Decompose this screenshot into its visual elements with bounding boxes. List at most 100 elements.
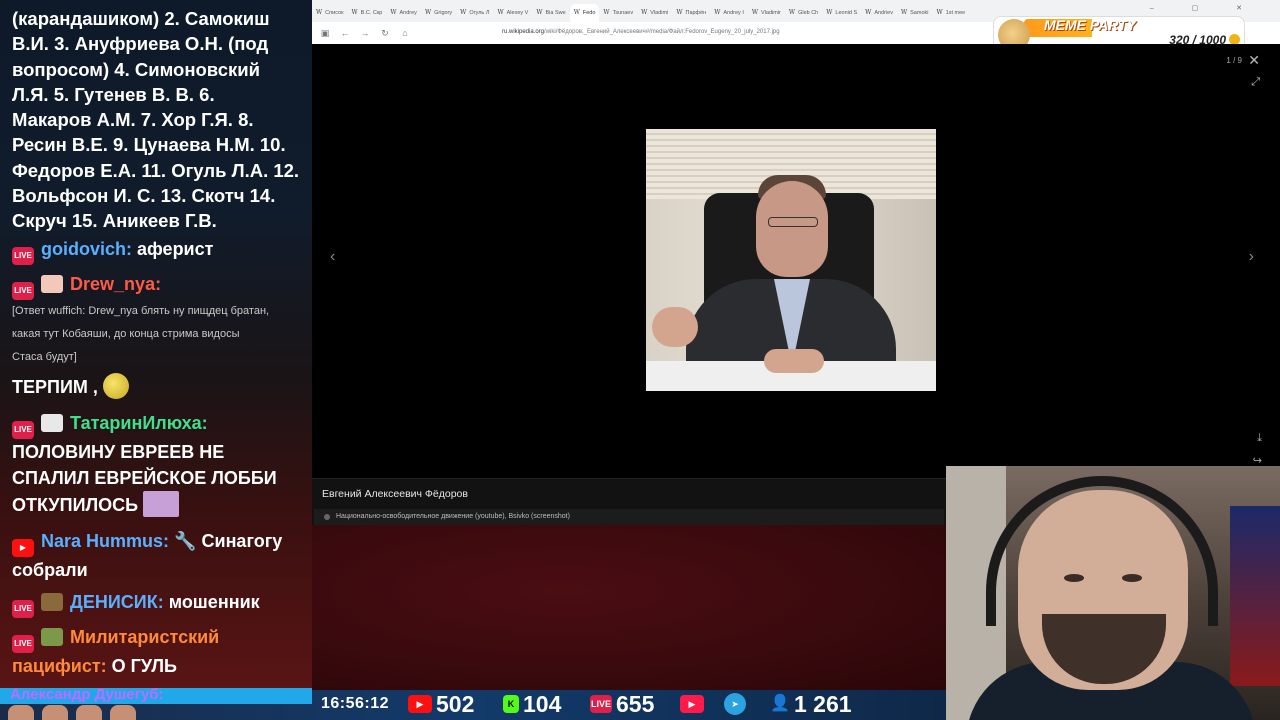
browser-tab[interactable]: W Andrey I [710, 4, 748, 22]
chat-message: LIVE Милитаристский пацифист: О ГУЛЬ [0, 624, 312, 679]
wikipedia-icon: W [751, 9, 759, 16]
chat-panel: (карандашиком) 2. Самокиш В.И. 3. Ануфри… [0, 0, 312, 690]
sidebar-toggle-icon[interactable]: ▣ [320, 28, 330, 39]
webcam-feed [946, 466, 1280, 720]
chat-nick: Милитаристский [70, 626, 220, 647]
tab-label: Список [325, 9, 344, 16]
chat-message: LIVE ТатаринИлюха: ПОЛОВИНУ ЕВРЕЕВ НЕ СП… [0, 410, 312, 518]
chat-text: аферист [137, 238, 214, 259]
wikipedia-icon: W [603, 9, 610, 16]
emote-image-icon [143, 490, 180, 517]
total-viewer-count: 1 261 [794, 690, 852, 717]
address-bar[interactable]: ru.wikipedia.org/wiki/Фёдоров,_Евгений_А… [502, 29, 780, 35]
chat-reply-line: какая тут Кобаяши, до конца стрима видос… [12, 327, 240, 340]
browser-tab[interactable]: W В.С. Скр [347, 4, 386, 22]
media-caption: Евгений Алексеевич Фёдоров Национально-о… [312, 478, 946, 525]
browser-tab[interactable]: W Alexey V [493, 4, 532, 22]
forward-icon[interactable]: → [360, 28, 370, 38]
tab-label: Andrey [399, 9, 417, 16]
portrait-photo [646, 129, 936, 391]
live-viewers: LIVE 655 [590, 690, 654, 718]
youtube-badge-icon: ▶ [12, 538, 34, 557]
download-icon[interactable]: ⤓ [1257, 432, 1262, 445]
wikipedia-icon: W [573, 9, 580, 16]
close-icon[interactable]: ✕ [1248, 52, 1260, 69]
live-badge-icon: LIVE [12, 599, 34, 618]
chat-nick: Drew_nya: [70, 273, 162, 294]
chat-text: Синагогу [201, 530, 283, 551]
url-path: /wiki/Фёдоров,_Евгений_Алексеевич#/media… [544, 29, 780, 35]
next-image-icon[interactable]: › [1249, 248, 1254, 266]
chat-pinned-message: (карандашиком) 2. Самокиш В.И. 3. Ануфри… [0, 0, 312, 234]
caption-credit: Национально-освободительное движение (yo… [314, 509, 944, 525]
wikipedia-icon: W [641, 9, 648, 16]
browser-tab[interactable]: W Парфён [672, 4, 710, 22]
user-avatar-icon [41, 627, 64, 646]
chat-text: мошенник [168, 591, 260, 612]
clock-time: 16:56:12 [321, 695, 390, 712]
tab-label: Bia Swe [545, 9, 566, 16]
image-counter: 1 / 9 [1226, 56, 1242, 65]
wrench-emote-icon: 🔧 [174, 530, 197, 551]
chat-nick: Nara Hummus: [41, 530, 170, 551]
credit-text: Национально-освободительное движение (yo… [336, 513, 570, 520]
wikipedia-icon: W [936, 9, 943, 16]
chat-nick: ТатаринИлюха: [70, 412, 208, 433]
reload-icon[interactable]: ↻ [380, 28, 390, 39]
browser-tab[interactable]: W Grigory [421, 4, 456, 22]
back-icon[interactable]: ← [340, 28, 350, 38]
kick-icon: K [503, 695, 519, 713]
wikipedia-icon: W [676, 9, 683, 16]
previous-image-icon[interactable]: ‹ [330, 248, 335, 266]
browser-tab[interactable]: W Список [312, 4, 347, 22]
wikipedia-icon: W [865, 9, 872, 16]
emote-faces [8, 705, 168, 720]
chat-text-line: Вольфсон И. С. 13. Скотч 14. [12, 185, 276, 207]
smiley-emote-icon [102, 372, 129, 399]
chat-text-line: ПОЛОВИНУ ЕВРЕЕВ НЕ [12, 441, 225, 462]
browser-tab[interactable]: W Fedo [569, 3, 600, 22]
browser-tab[interactable]: W Andrey [386, 4, 421, 22]
tab-label: 1st mee [945, 9, 966, 16]
chat-nick: goidovich: [41, 238, 133, 259]
wikipedia-icon: W [460, 9, 467, 16]
browser-tab[interactable]: W Vladimir [748, 4, 785, 22]
live-badge-icon: LIVE [12, 634, 34, 653]
caption-title: Евгений Алексеевич Фёдоров [322, 488, 468, 500]
live-badge-icon: LIVE [12, 420, 34, 439]
browser-tab[interactable]: W Leonid S [822, 4, 861, 22]
chat-message: ▶ Nara Hummus: 🔧 Синагогу собрали [0, 528, 312, 583]
browser-tab[interactable]: W Bia Swe [532, 4, 569, 22]
youtube-viewers: ▶ 502 [408, 690, 474, 718]
chat-message: LIVE goidovich: аферист [0, 236, 312, 265]
fullscreen-icon[interactable]: ⤢ [1251, 76, 1260, 89]
live-badge-icon: LIVE [12, 281, 34, 300]
home-icon[interactable]: ⌂ [400, 28, 410, 38]
browser-tab[interactable]: W Огуль Л [456, 4, 493, 22]
browser-tab[interactable]: W Samoki [897, 4, 933, 22]
tab-label: Парфён [685, 9, 707, 16]
wikipedia-icon: W [714, 9, 721, 16]
stream-background [312, 525, 946, 690]
chat-text-line: Федоров Е.А. 11. Огуль Л.А. 12. [12, 159, 300, 181]
tab-label: Samoki [910, 9, 929, 16]
browser-tab[interactable]: W Vladimi [637, 4, 672, 22]
chat-reply: [Ответ wuffich: Drew_nya блять ну пищдец… [0, 300, 312, 369]
youtube-icon: ▶ [408, 695, 432, 713]
chat-reply-line: Стаса будут] [12, 350, 77, 363]
browser-tab[interactable]: W Gleb Ch [785, 4, 822, 22]
window-controls[interactable]: – ▢ ✕ [1150, 4, 1260, 12]
chat-message: ТЕРПИМ , [0, 372, 312, 400]
live-icon: LIVE [590, 695, 612, 713]
browser-tab[interactable]: W Andriev [861, 4, 897, 22]
wikipedia-icon: W [788, 9, 796, 16]
wikipedia-icon: W [497, 9, 504, 16]
youtube-viewer-count: 502 [436, 690, 475, 717]
tab-label: Gleb Ch [798, 9, 819, 16]
tab-label: Grigory [434, 9, 453, 16]
browser-tab[interactable]: W Tsunaev [599, 4, 637, 22]
tab-label: Огуль Л [469, 9, 490, 16]
telegram: ➤ [724, 690, 746, 718]
wikipedia-icon: W [351, 9, 358, 16]
browser-tab[interactable]: W 1st mee [932, 4, 969, 22]
